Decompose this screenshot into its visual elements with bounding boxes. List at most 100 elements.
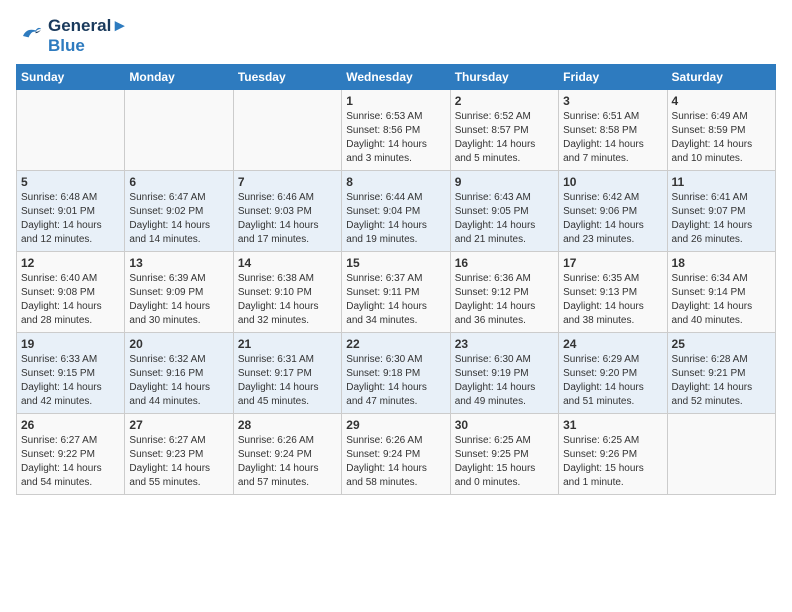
day-number: 18: [672, 256, 771, 270]
day-info: Sunrise: 6:34 AM Sunset: 9:14 PM Dayligh…: [672, 272, 771, 328]
day-number: 3: [563, 94, 662, 108]
day-info: Sunrise: 6:39 AM Sunset: 9:09 PM Dayligh…: [129, 272, 228, 328]
day-header-tuesday: Tuesday: [233, 65, 341, 90]
calendar-cell: 25Sunrise: 6:28 AM Sunset: 9:21 PM Dayli…: [667, 333, 775, 414]
day-info: Sunrise: 6:43 AM Sunset: 9:05 PM Dayligh…: [455, 191, 554, 247]
calendar-table: SundayMondayTuesdayWednesdayThursdayFrid…: [16, 64, 776, 495]
day-number: 10: [563, 175, 662, 189]
day-header-row: SundayMondayTuesdayWednesdayThursdayFrid…: [17, 65, 776, 90]
day-info: Sunrise: 6:33 AM Sunset: 9:15 PM Dayligh…: [21, 353, 120, 409]
day-header-thursday: Thursday: [450, 65, 558, 90]
calendar-cell: 16 Sunrise: 6:36 AM Sunset: 9:12 PM Dayli…: [450, 252, 558, 333]
day-info: Sunrise: 6:35 AM Sunset: 9:13 PM Dayligh…: [563, 272, 662, 328]
day-number: 15: [346, 256, 445, 270]
calendar-cell: 26 Sunrise: 6:27 AM Sunset: 9:22 PM Dayli…: [17, 414, 125, 495]
day-number: 19: [21, 337, 120, 351]
day-number: 31: [563, 418, 662, 432]
calendar-cell: 17Sunrise: 6:35 AM Sunset: 9:13 PM Dayli…: [559, 252, 667, 333]
day-info: Sunrise: 6:26 AM Sunset: 9:24 PM Dayligh…: [238, 434, 337, 490]
day-number: 26: [21, 418, 120, 432]
day-info: Sunrise: 6:51 AM Sunset: 8:58 PM Dayligh…: [563, 110, 662, 166]
day-number: 9: [455, 175, 554, 189]
day-number: 21: [238, 337, 337, 351]
day-info: Sunrise: 6:36 AM Sunset: 9:12 PM Dayligh…: [455, 272, 554, 328]
day-number: 12: [21, 256, 120, 270]
calendar-cell: 31 Sunrise: 6:25 AM Sunset: 9:26 PM Dayli…: [559, 414, 667, 495]
calendar-cell: 29 Sunrise: 6:26 AM Sunset: 9:24 PM Dayli…: [342, 414, 450, 495]
calendar-cell: 3 Sunrise: 6:51 AM Sunset: 8:58 PM Daylig…: [559, 90, 667, 171]
calendar-cell: 28 Sunrise: 6:26 AM Sunset: 9:24 PM Dayli…: [233, 414, 341, 495]
calendar-header: SundayMondayTuesdayWednesdayThursdayFrid…: [17, 65, 776, 90]
week-row-5: 26 Sunrise: 6:27 AM Sunset: 9:22 PM Dayli…: [17, 414, 776, 495]
day-info: Sunrise: 6:38 AM Sunset: 9:10 PM Dayligh…: [238, 272, 337, 328]
day-number: 1: [346, 94, 445, 108]
calendar-cell: 22 Sunrise: 6:30 AM Sunset: 9:18 PM Dayli…: [342, 333, 450, 414]
day-info: Sunrise: 6:48 AM Sunset: 9:01 PM Dayligh…: [21, 191, 120, 247]
calendar-cell: 9 Sunrise: 6:43 AM Sunset: 9:05 PM Daylig…: [450, 171, 558, 252]
day-info: Sunrise: 6:32 AM Sunset: 9:16 PM Dayligh…: [129, 353, 228, 409]
day-number: 6: [129, 175, 228, 189]
day-info: Sunrise: 6:31 AM Sunset: 9:17 PM Dayligh…: [238, 353, 337, 409]
day-number: 7: [238, 175, 337, 189]
day-info: Sunrise: 6:37 AM Sunset: 9:11 PM Dayligh…: [346, 272, 445, 328]
day-info: Sunrise: 6:30 AM Sunset: 9:19 PM Dayligh…: [455, 353, 554, 409]
calendar-cell: 14 Sunrise: 6:38 AM Sunset: 9:10 PM Dayli…: [233, 252, 341, 333]
day-info: Sunrise: 6:25 AM Sunset: 9:25 PM Dayligh…: [455, 434, 554, 490]
day-header-friday: Friday: [559, 65, 667, 90]
calendar-cell: 27Sunrise: 6:27 AM Sunset: 9:23 PM Dayli…: [125, 414, 233, 495]
calendar-cell: 5 Sunrise: 6:48 AM Sunset: 9:01 PM Daylig…: [17, 171, 125, 252]
day-number: 5: [21, 175, 120, 189]
day-number: 2: [455, 94, 554, 108]
day-info: Sunrise: 6:41 AM Sunset: 9:07 PM Dayligh…: [672, 191, 771, 247]
day-info: Sunrise: 6:42 AM Sunset: 9:06 PM Dayligh…: [563, 191, 662, 247]
day-info: Sunrise: 6:27 AM Sunset: 9:22 PM Dayligh…: [21, 434, 120, 490]
day-number: 14: [238, 256, 337, 270]
day-info: Sunrise: 6:27 AM Sunset: 9:23 PM Dayligh…: [129, 434, 228, 490]
calendar-cell: 6 Sunrise: 6:47 AM Sunset: 9:02 PM Daylig…: [125, 171, 233, 252]
day-info: Sunrise: 6:44 AM Sunset: 9:04 PM Dayligh…: [346, 191, 445, 247]
calendar-cell: 20Sunrise: 6:32 AM Sunset: 9:16 PM Dayli…: [125, 333, 233, 414]
calendar-cell: [17, 90, 125, 171]
day-number: 8: [346, 175, 445, 189]
calendar-body: 1 Sunrise: 6:53 AM Sunset: 8:56 PM Daylig…: [17, 90, 776, 495]
day-header-monday: Monday: [125, 65, 233, 90]
day-info: Sunrise: 6:30 AM Sunset: 9:18 PM Dayligh…: [346, 353, 445, 409]
calendar-cell: 2 Sunrise: 6:52 AM Sunset: 8:57 PM Daylig…: [450, 90, 558, 171]
logo-icon: [16, 22, 44, 50]
calendar-cell: 30 Sunrise: 6:25 AM Sunset: 9:25 PM Dayli…: [450, 414, 558, 495]
calendar-cell: 23Sunrise: 6:30 AM Sunset: 9:19 PM Dayli…: [450, 333, 558, 414]
day-info: Sunrise: 6:29 AM Sunset: 9:20 PM Dayligh…: [563, 353, 662, 409]
day-info: Sunrise: 6:25 AM Sunset: 9:26 PM Dayligh…: [563, 434, 662, 490]
day-number: 29: [346, 418, 445, 432]
day-info: Sunrise: 6:26 AM Sunset: 9:24 PM Dayligh…: [346, 434, 445, 490]
day-header-wednesday: Wednesday: [342, 65, 450, 90]
calendar-cell: [233, 90, 341, 171]
day-info: Sunrise: 6:53 AM Sunset: 8:56 PM Dayligh…: [346, 110, 445, 166]
logo-text: General► Blue: [48, 16, 128, 56]
day-header-saturday: Saturday: [667, 65, 775, 90]
calendar-cell: 7 Sunrise: 6:46 AM Sunset: 9:03 PM Daylig…: [233, 171, 341, 252]
week-row-2: 5 Sunrise: 6:48 AM Sunset: 9:01 PM Daylig…: [17, 171, 776, 252]
calendar-cell: [125, 90, 233, 171]
page-header: General► Blue: [16, 16, 776, 56]
day-info: Sunrise: 6:52 AM Sunset: 8:57 PM Dayligh…: [455, 110, 554, 166]
day-number: 30: [455, 418, 554, 432]
day-header-sunday: Sunday: [17, 65, 125, 90]
day-number: 25: [672, 337, 771, 351]
day-number: 28: [238, 418, 337, 432]
day-number: 16: [455, 256, 554, 270]
day-info: Sunrise: 6:46 AM Sunset: 9:03 PM Dayligh…: [238, 191, 337, 247]
day-number: 24: [563, 337, 662, 351]
day-info: Sunrise: 6:47 AM Sunset: 9:02 PM Dayligh…: [129, 191, 228, 247]
calendar-cell: 1 Sunrise: 6:53 AM Sunset: 8:56 PM Daylig…: [342, 90, 450, 171]
day-number: 22: [346, 337, 445, 351]
day-number: 13: [129, 256, 228, 270]
week-row-4: 19 Sunrise: 6:33 AM Sunset: 9:15 PM Dayli…: [17, 333, 776, 414]
day-number: 4: [672, 94, 771, 108]
calendar-cell: 24 Sunrise: 6:29 AM Sunset: 9:20 PM Dayli…: [559, 333, 667, 414]
day-info: Sunrise: 6:49 AM Sunset: 8:59 PM Dayligh…: [672, 110, 771, 166]
week-row-3: 12 Sunrise: 6:40 AM Sunset: 9:08 PM Dayli…: [17, 252, 776, 333]
logo: General► Blue: [16, 16, 128, 56]
day-info: Sunrise: 6:40 AM Sunset: 9:08 PM Dayligh…: [21, 272, 120, 328]
calendar-cell: 10 Sunrise: 6:42 AM Sunset: 9:06 PM Dayli…: [559, 171, 667, 252]
